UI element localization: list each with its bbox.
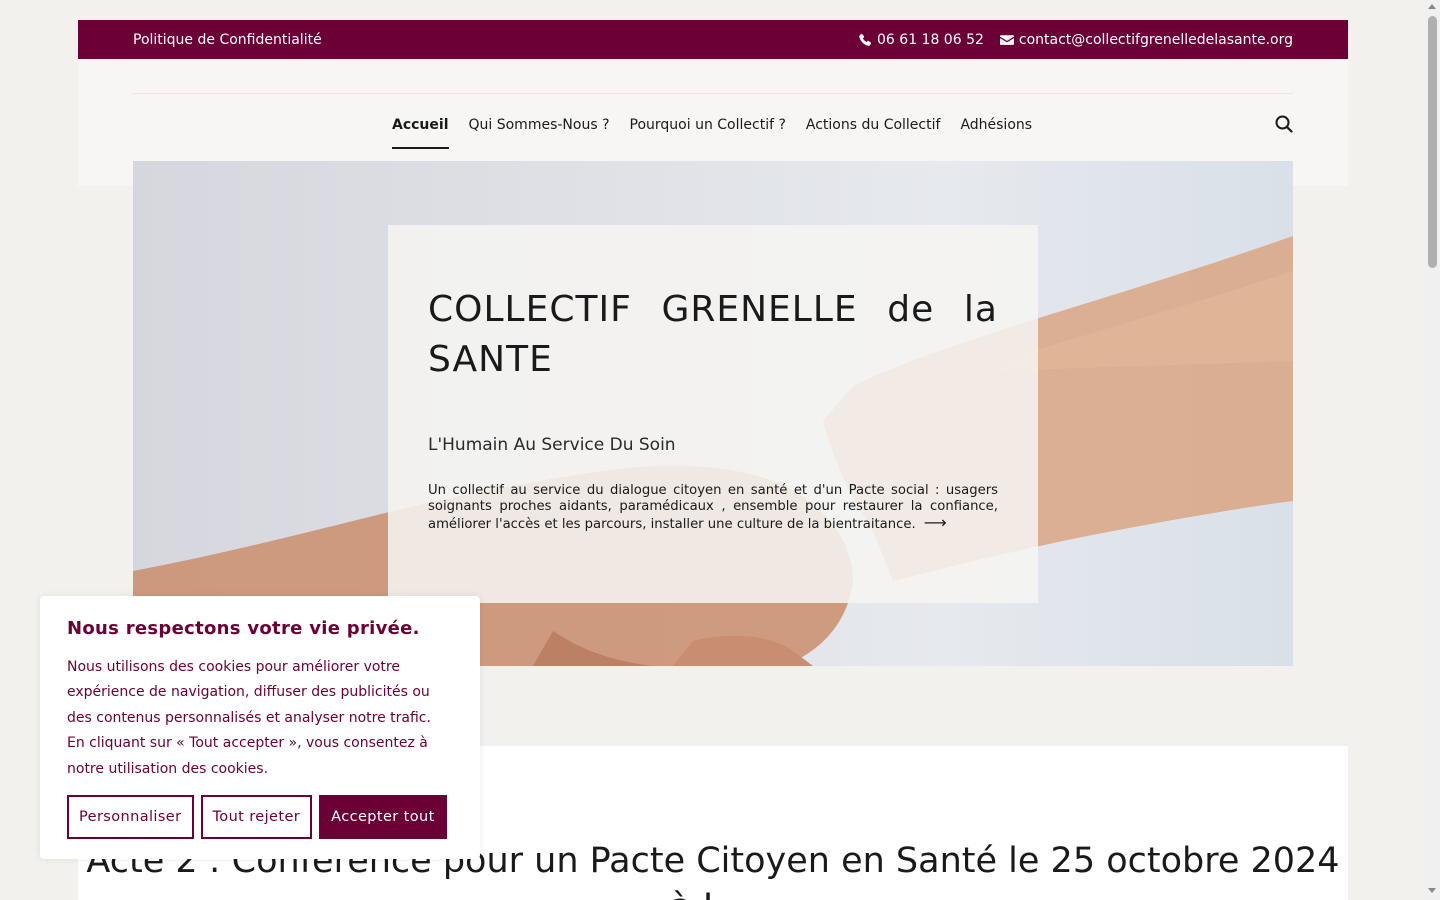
phone-contact[interactable]: 06 61 18 06 52 xyxy=(858,32,984,48)
search-icon xyxy=(1275,115,1293,133)
header-divider xyxy=(133,93,1293,94)
hero-title-word: COLLECTIF xyxy=(428,289,632,330)
accept-all-button[interactable]: Accepter tout xyxy=(319,795,447,839)
reject-all-button[interactable]: Tout rejeter xyxy=(200,795,313,839)
hero-title-line-2: SANTE xyxy=(428,339,553,380)
search-button[interactable] xyxy=(1275,115,1295,135)
hero-title: COLLECTIF GRENELLE de la SANTE xyxy=(428,285,998,385)
hero-description: Un collectif au service du dialogue cito… xyxy=(428,483,998,533)
nav-item-qui-sommes-nous[interactable]: Qui Sommes-Nous ? xyxy=(469,117,610,149)
scroll-up-arrow-icon[interactable] xyxy=(1428,4,1436,9)
contact-info: 06 61 18 06 52 contact@collectifgrenelle… xyxy=(858,32,1293,48)
phone-number: 06 61 18 06 52 xyxy=(877,32,984,48)
envelope-icon xyxy=(999,35,1014,45)
nav-item-accueil[interactable]: Accueil xyxy=(392,117,449,149)
scroll-down-arrow-icon[interactable] xyxy=(1428,888,1436,893)
email-contact[interactable]: contact@collectifgrenelledelasante.org xyxy=(999,32,1293,48)
customize-cookies-button[interactable]: Personnaliser xyxy=(67,795,194,839)
nav-item-actions-du-collectif[interactable]: Actions du Collectif xyxy=(806,117,941,149)
hero-banner: COLLECTIF GRENELLE de la SANTE L'Humain … xyxy=(133,161,1293,666)
hero-subtitle: L'Humain Au Service Du Soin xyxy=(428,435,676,455)
cookie-consent-banner: Nous respectons votre vie privée. Nous u… xyxy=(40,596,480,859)
hero-title-word: GRENELLE xyxy=(661,289,858,330)
hero-card: COLLECTIF GRENELLE de la SANTE L'Humain … xyxy=(388,225,1038,603)
nav-item-adhesions[interactable]: Adhésions xyxy=(960,117,1032,149)
cookie-banner-text: Nous utilisons des cookies pour améliore… xyxy=(67,659,431,777)
top-bar: Politique de Confidentialité 06 61 18 06… xyxy=(78,20,1348,59)
hero-description-text: Un collectif au service du dialogue cito… xyxy=(428,483,998,532)
nav-item-pourquoi-un-collectif[interactable]: Pourquoi un Collectif ? xyxy=(630,117,786,149)
phone-icon xyxy=(859,33,872,46)
privacy-policy-link[interactable]: Politique de Confidentialité xyxy=(133,32,322,48)
cookie-banner-title: Nous respectons votre vie privée. xyxy=(67,618,420,639)
page-scrollbar[interactable] xyxy=(1425,0,1440,900)
hero-title-word: de xyxy=(887,289,935,330)
read-more-arrow-icon[interactable]: ⟶ xyxy=(924,513,947,532)
cookie-buttons: Personnaliser Tout rejeter Accepter tout xyxy=(67,795,447,839)
hero-title-line-1: COLLECTIF GRENELLE de la xyxy=(428,285,998,335)
main-nav: Accueil Qui Sommes-Nous ? Pourquoi un Co… xyxy=(392,117,1032,149)
hero-title-word: la xyxy=(963,289,998,330)
email-address: contact@collectifgrenelledelasante.org xyxy=(1018,32,1293,48)
scroll-thumb[interactable] xyxy=(1428,16,1437,268)
